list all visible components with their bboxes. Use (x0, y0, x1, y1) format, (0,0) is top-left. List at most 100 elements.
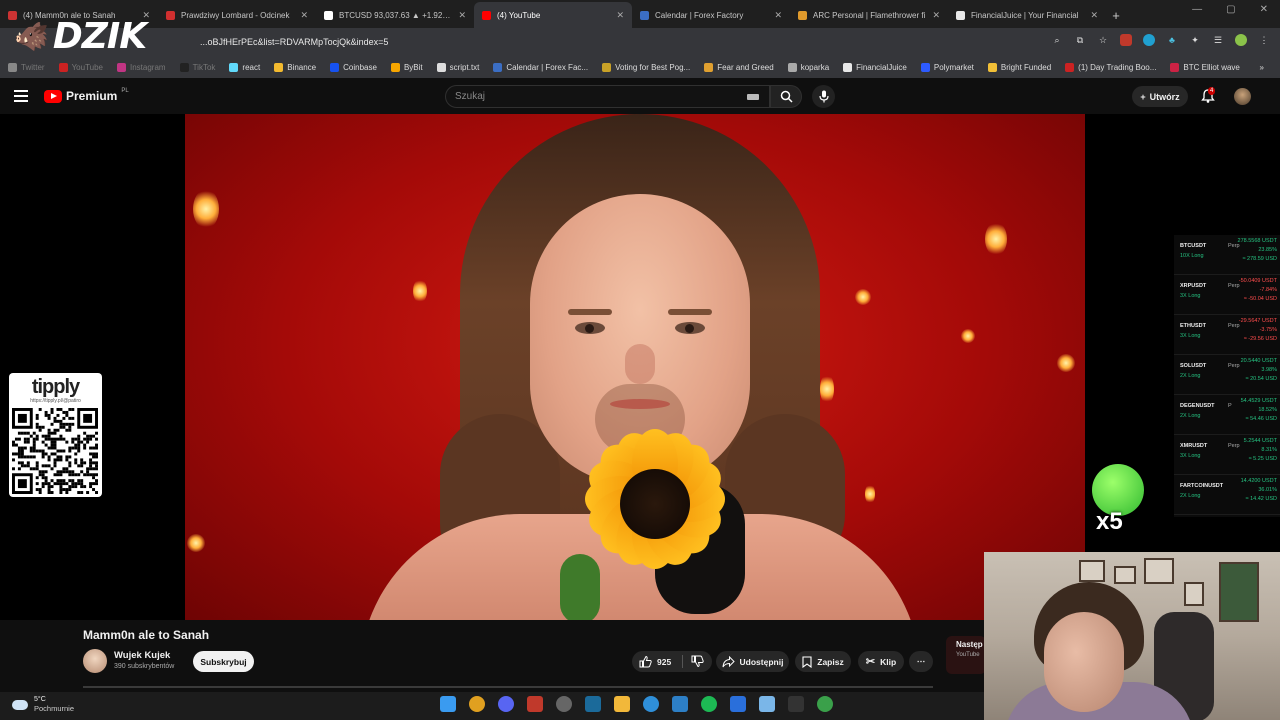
new-tab-button[interactable]: + (1106, 2, 1126, 28)
voice-search-button[interactable] (812, 85, 835, 108)
tab-close-icon[interactable]: ✕ (300, 10, 308, 21)
bookmark-favicon-icon (179, 62, 189, 72)
taskbar-edge-icon[interactable] (643, 696, 659, 712)
menu-kebab-icon[interactable]: ⋮ (1258, 34, 1270, 46)
bookmark-favicon-icon (843, 62, 853, 72)
url-field[interactable]: ...oBJfHErPEc&list=RDVARMpTocjQk&index=5 (200, 34, 1020, 51)
bookmark-label: TikTok (192, 62, 216, 72)
dislike-icon[interactable] (691, 655, 704, 668)
tab-close-icon[interactable]: ✕ (458, 10, 466, 21)
like-dislike-group: 925 (632, 651, 712, 672)
taskbar-spotify-icon[interactable] (701, 696, 717, 712)
taskbar-store-icon[interactable] (730, 696, 746, 712)
browser-tab[interactable]: BTCUSD 93,037.63 ▲ +1.92% B ✕ (316, 2, 474, 28)
maximize-icon[interactable]: ▢ (1226, 4, 1235, 15)
weather-widget[interactable]: 5°C Pochmurnie (12, 695, 74, 714)
save-button[interactable]: Zapisz (795, 651, 851, 672)
bookmark-star-icon[interactable]: ☆ (1097, 34, 1109, 46)
close-window-icon[interactable]: ✕ (1260, 4, 1268, 15)
bookmarks-overflow-icon[interactable]: » (1260, 63, 1264, 72)
clip-button[interactable]: ✂ Klip (858, 651, 904, 672)
plus-icon: + (1140, 91, 1146, 102)
browser-tab[interactable]: ARC Personal | Flamethrower fi ✕ (790, 2, 948, 28)
bookmark-item[interactable]: FinancialJuice (843, 62, 907, 72)
search-input[interactable]: Szukaj (445, 85, 770, 108)
bookmark-item[interactable]: Calendar | Forex Fac... (493, 62, 588, 72)
more-actions-button[interactable]: ⋯ (909, 651, 933, 672)
taskbar-chrome-icon[interactable] (469, 696, 485, 712)
minimize-icon[interactable]: — (1192, 4, 1202, 15)
bookmark-item[interactable]: Twitter (8, 62, 45, 72)
bookmark-item[interactable]: react (229, 62, 260, 72)
taskbar-obs-icon[interactable] (556, 696, 572, 712)
taskbar-discord-icon[interactable] (498, 696, 514, 712)
extension-icon[interactable] (1143, 34, 1155, 46)
bookmark-item[interactable]: Polymarket (920, 62, 974, 72)
bookmark-item[interactable]: BTC Elliot wave (1170, 62, 1240, 72)
share-button[interactable]: Udostępnij (716, 651, 789, 672)
bookmark-label: FinancialJuice (856, 62, 907, 72)
keyboard-icon[interactable] (747, 94, 759, 100)
spark (413, 279, 427, 303)
account-avatar[interactable] (1234, 88, 1251, 105)
position-symbol: XRPUSDT (1180, 283, 1207, 289)
bookmark-item[interactable]: script.txt (436, 62, 480, 72)
create-button[interactable]: + Utwórz (1132, 86, 1188, 107)
subscribe-button[interactable]: Subskrybuj (193, 651, 254, 672)
profile-icon[interactable] (1235, 34, 1247, 46)
taskbar-app-icon[interactable] (527, 696, 543, 712)
youtube-play-icon (44, 89, 62, 103)
browser-tab[interactable]: FinancialJuice | Your Financial ✕ (948, 2, 1106, 28)
like-icon[interactable] (639, 655, 652, 668)
taskbar-steam-icon[interactable] (585, 696, 601, 712)
bookmark-item[interactable]: TikTok (179, 62, 216, 72)
tab-close-icon[interactable]: ✕ (616, 10, 624, 21)
taskbar-start-icon[interactable] (440, 696, 456, 712)
reading-list-icon[interactable]: ☰ (1212, 34, 1224, 46)
bookmark-item[interactable]: Voting for Best Pog... (602, 62, 690, 72)
tab-favicon-icon (798, 10, 807, 20)
more-icon: ⋯ (916, 656, 926, 666)
bookmark-favicon-icon (920, 62, 930, 72)
browser-tab[interactable]: Calendar | Forex Factory ✕ (632, 2, 790, 28)
taskbar-notepad-icon[interactable] (759, 696, 775, 712)
browser-tab[interactable]: (4) YouTube ✕ (474, 2, 632, 28)
bookmark-item[interactable]: koparka (787, 62, 829, 72)
taskbar-explorer-icon[interactable] (614, 696, 630, 712)
extensions-puzzle-icon[interactable]: ✦ (1189, 34, 1201, 46)
bookmark-item[interactable]: Coinbase (330, 62, 377, 72)
channel-avatar[interactable] (83, 649, 107, 673)
taskbar-maps-icon[interactable] (817, 696, 833, 712)
extension-icon[interactable] (1120, 34, 1132, 46)
qr-code (12, 408, 98, 494)
bookmark-item[interactable]: YouTube (58, 62, 103, 72)
youtube-logo[interactable]: Premium PL (44, 88, 129, 103)
taskbar-vscode-icon[interactable] (672, 696, 688, 712)
position-pnl-usdt: -29.5647 USDT (1238, 318, 1277, 324)
bookmark-item[interactable]: (1) Day Trading Boo... (1065, 62, 1156, 72)
up-next-card[interactable]: Następ YouTube (946, 636, 986, 674)
taskbar-terminal-icon[interactable] (788, 696, 804, 712)
zoom-icon[interactable]: ⌕ (1051, 34, 1063, 46)
bookmark-item[interactable]: Bright Funded (987, 62, 1051, 72)
bookmark-label: script.txt (449, 62, 480, 72)
eye (675, 322, 705, 334)
bookmark-label: Polymarket (933, 62, 974, 72)
tab-close-icon[interactable]: ✕ (1090, 10, 1098, 21)
search-button[interactable] (770, 85, 802, 108)
hamburger-menu-icon[interactable] (14, 90, 28, 102)
dzik-logo-text: DZIK (52, 15, 147, 57)
video-player[interactable] (185, 114, 1085, 620)
bookmark-item[interactable]: Instagram (117, 62, 166, 72)
bookmark-item[interactable]: ByBit (390, 62, 423, 72)
position-symbol: SOLUSDT (1180, 363, 1207, 369)
channel-name[interactable]: Wujek Kujek (114, 650, 170, 661)
tab-close-icon[interactable]: ✕ (774, 10, 782, 21)
bookmark-item[interactable]: Fear and Greed (704, 62, 774, 72)
bookmark-favicon-icon (274, 62, 284, 72)
bookmark-item[interactable]: Binance (274, 62, 316, 72)
install-app-icon[interactable]: ⧉ (1074, 34, 1086, 46)
extension-icon[interactable]: ♣ (1166, 34, 1178, 46)
tab-close-icon[interactable]: ✕ (932, 10, 940, 21)
tab-favicon-icon (482, 10, 491, 20)
